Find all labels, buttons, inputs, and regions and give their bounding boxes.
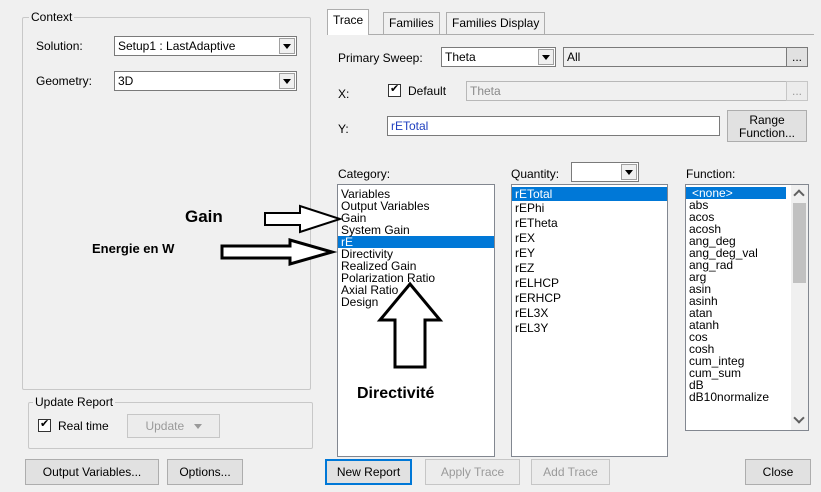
output-variables-label: Output Variables... [42, 465, 142, 479]
gain-arrow [264, 204, 344, 234]
options-button[interactable]: Options... [167, 459, 243, 485]
new-report-label: New Report [336, 465, 401, 479]
tab-trace-label: Trace [333, 13, 364, 27]
new-report-button[interactable]: New Report [325, 459, 412, 485]
close-label: Close [762, 465, 794, 479]
close-button[interactable]: Close [745, 459, 811, 485]
energie-arrow [220, 238, 338, 266]
add-trace-label: Add Trace [543, 465, 598, 479]
annotation-arrows [220, 204, 444, 369]
output-variables-button[interactable]: Output Variables... [25, 459, 159, 485]
apply-trace-label: Apply Trace [440, 465, 505, 479]
tab-trace[interactable]: Trace [327, 9, 370, 35]
apply-trace-button[interactable]: Apply Trace [425, 459, 520, 485]
options-label: Options... [179, 465, 231, 479]
add-trace-button[interactable]: Add Trace [531, 459, 610, 485]
directivite-arrow [376, 281, 444, 369]
